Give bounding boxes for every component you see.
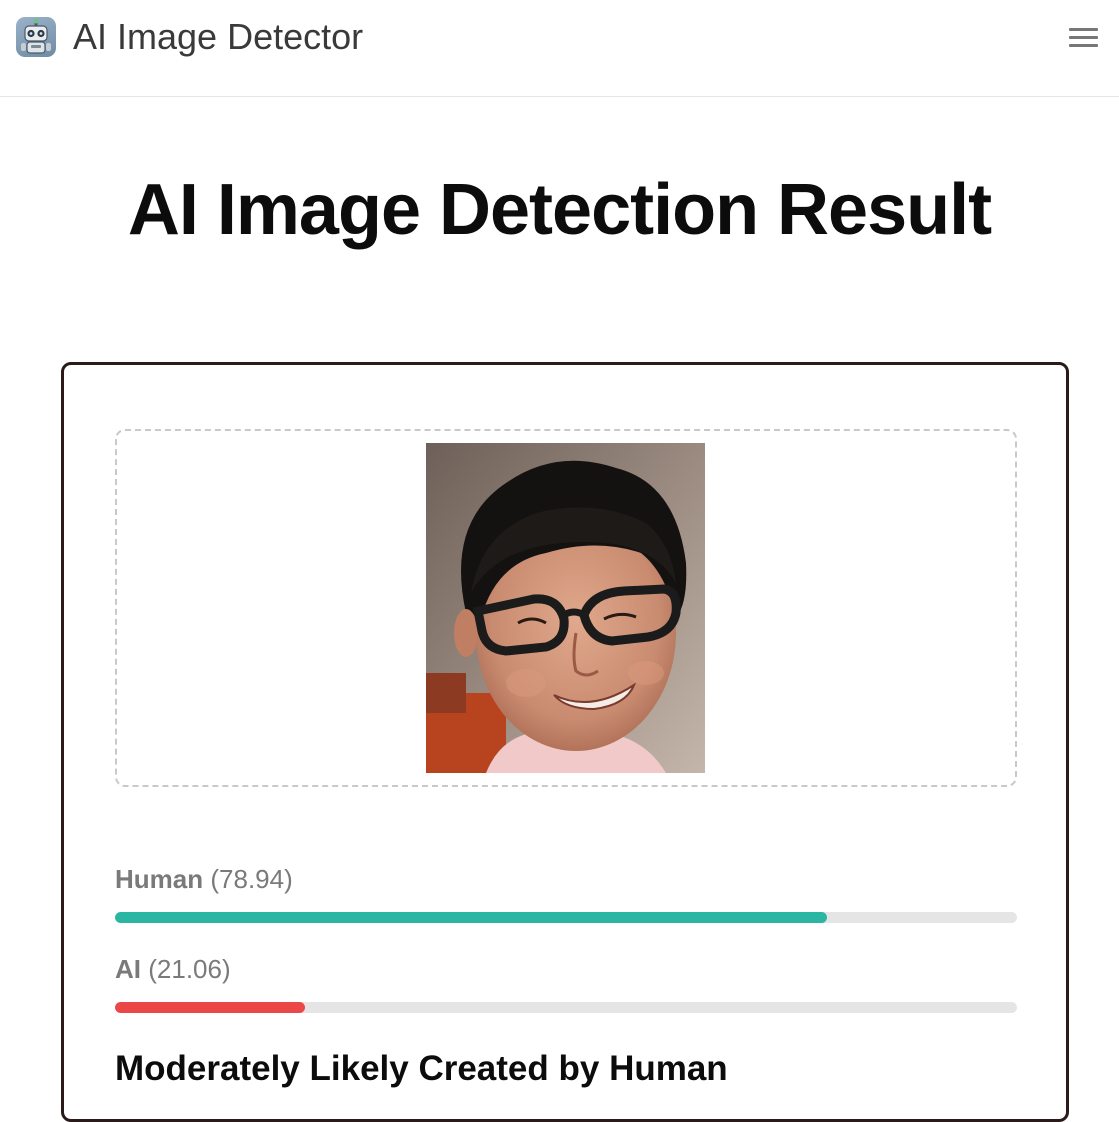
top-nav-bar: AI Image Detector [0, 0, 1119, 97]
ai-label-text: AI [115, 954, 141, 984]
robot-icon[interactable] [16, 17, 56, 57]
verdict-text: Moderately Likely Created by Human [115, 1049, 728, 1088]
human-label-text: Human [115, 864, 204, 894]
ai-score-bar [115, 1002, 1017, 1013]
hamburger-menu-icon[interactable] [1066, 24, 1100, 52]
human-score-label: Human (78.94) [115, 863, 293, 895]
human-score-bar-fill [115, 912, 828, 923]
human-score-bar [115, 912, 1017, 923]
page-title: AI Image Detection Result [127, 170, 992, 250]
human-score-value: (78.94) [210, 864, 293, 894]
ai-score-bar-fill [115, 1002, 305, 1013]
ai-score-value: (21.06) [148, 954, 231, 984]
result-card: Human (78.94) AI (21.06) Moderately Like… [61, 362, 1069, 1122]
uploaded-image [426, 443, 705, 773]
app-name[interactable]: AI Image Detector [73, 14, 363, 60]
ai-score-label: AI (21.06) [115, 953, 231, 985]
image-preview-area [115, 429, 1017, 787]
